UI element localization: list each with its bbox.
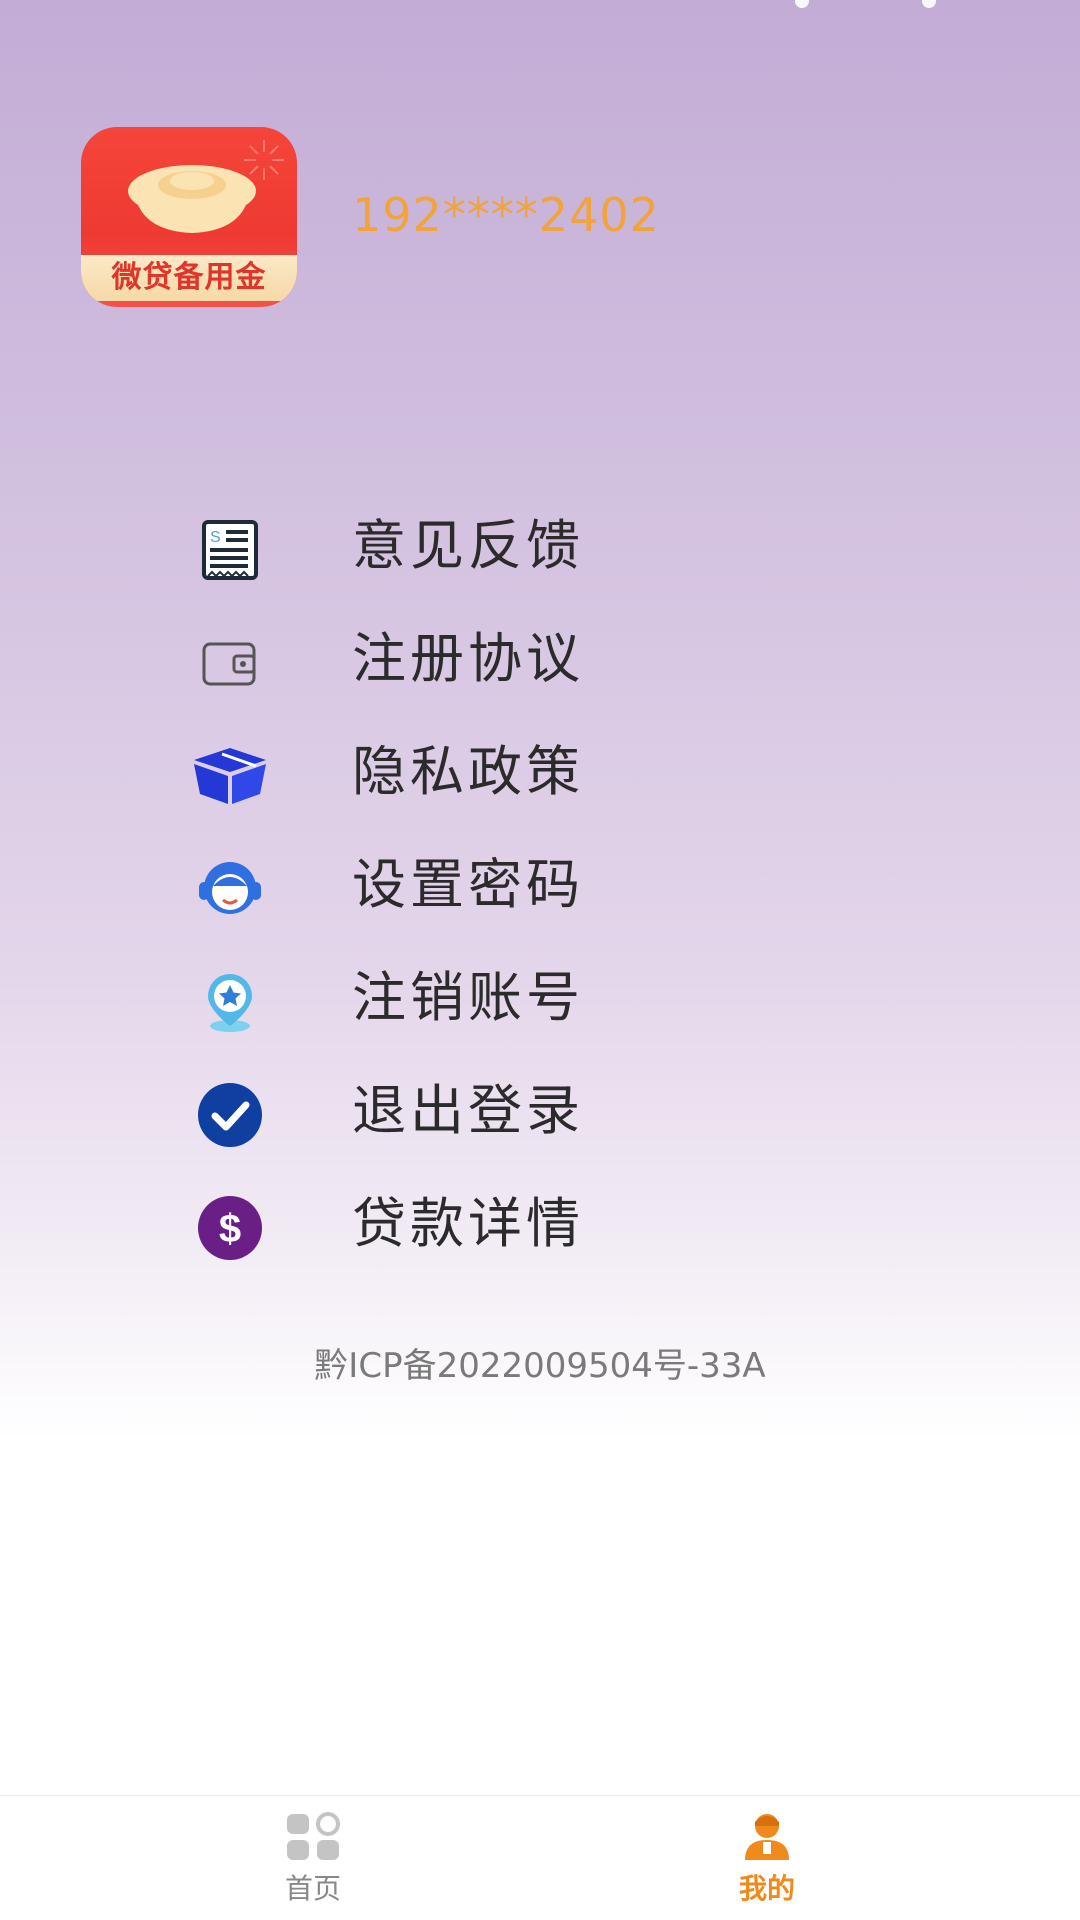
svg-text:S: S (210, 529, 221, 546)
app-logo: 微贷备用金 (81, 127, 297, 307)
menu-list: S 意见反馈 注册协议 隐私政策 设置密码 注销账号 退出登录 $ 贷款详情 (0, 490, 1080, 1281)
menu-item-label: 意见反馈 (352, 514, 584, 577)
box-icon (192, 738, 268, 814)
menu-item-privacy-policy[interactable]: 隐私政策 (0, 716, 1080, 829)
menu-item-register-agreement[interactable]: 注册协议 (0, 603, 1080, 716)
receipt-icon: S (192, 512, 268, 588)
dollar-circle-icon: $ (192, 1190, 268, 1266)
status-dot-icon (795, 0, 809, 8)
status-bar (0, 0, 1080, 12)
user-phone: 192****2402 (352, 188, 660, 242)
menu-item-label: 设置密码 (352, 853, 584, 916)
menu-item-cancel-account[interactable]: 注销账号 (0, 942, 1080, 1055)
menu-item-feedback[interactable]: S 意见反馈 (0, 490, 1080, 603)
menu-item-set-password[interactable]: 设置密码 (0, 829, 1080, 942)
menu-item-label: 注册协议 (352, 627, 584, 690)
bottom-nav: 首页 我的 (0, 1795, 1080, 1920)
gold-ingot-icon (128, 165, 256, 233)
menu-item-logout[interactable]: 退出登录 (0, 1055, 1080, 1168)
location-star-icon (192, 964, 268, 1040)
wallet-icon (192, 625, 268, 701)
status-dot-icon (922, 0, 936, 8)
headset-icon (192, 851, 268, 927)
menu-item-label: 贷款详情 (352, 1192, 584, 1255)
tab-home[interactable]: 首页 (213, 1812, 413, 1912)
user-icon (745, 1814, 789, 1860)
profile-page: 微贷备用金 192****2402 S 意见反馈 注册协议 隐私政策 设置密码 … (0, 0, 1080, 1920)
tab-mine[interactable]: 我的 (667, 1812, 867, 1912)
firework-icon (244, 140, 284, 180)
svg-text:$: $ (219, 1207, 241, 1251)
menu-item-loan-details[interactable]: $ 贷款详情 (0, 1168, 1080, 1281)
icp-record: 黔ICP备2022009504号-33A (314, 1346, 766, 1386)
tab-home-label: 首页 (284, 1872, 341, 1905)
menu-item-label: 退出登录 (352, 1079, 584, 1142)
grid-icon (287, 1812, 340, 1860)
menu-item-label: 隐私政策 (352, 740, 584, 803)
menu-item-label: 注销账号 (352, 966, 584, 1029)
check-circle-icon (192, 1077, 268, 1153)
tab-mine-label: 我的 (738, 1872, 795, 1905)
logo-text: 微贷备用金 (81, 255, 297, 301)
